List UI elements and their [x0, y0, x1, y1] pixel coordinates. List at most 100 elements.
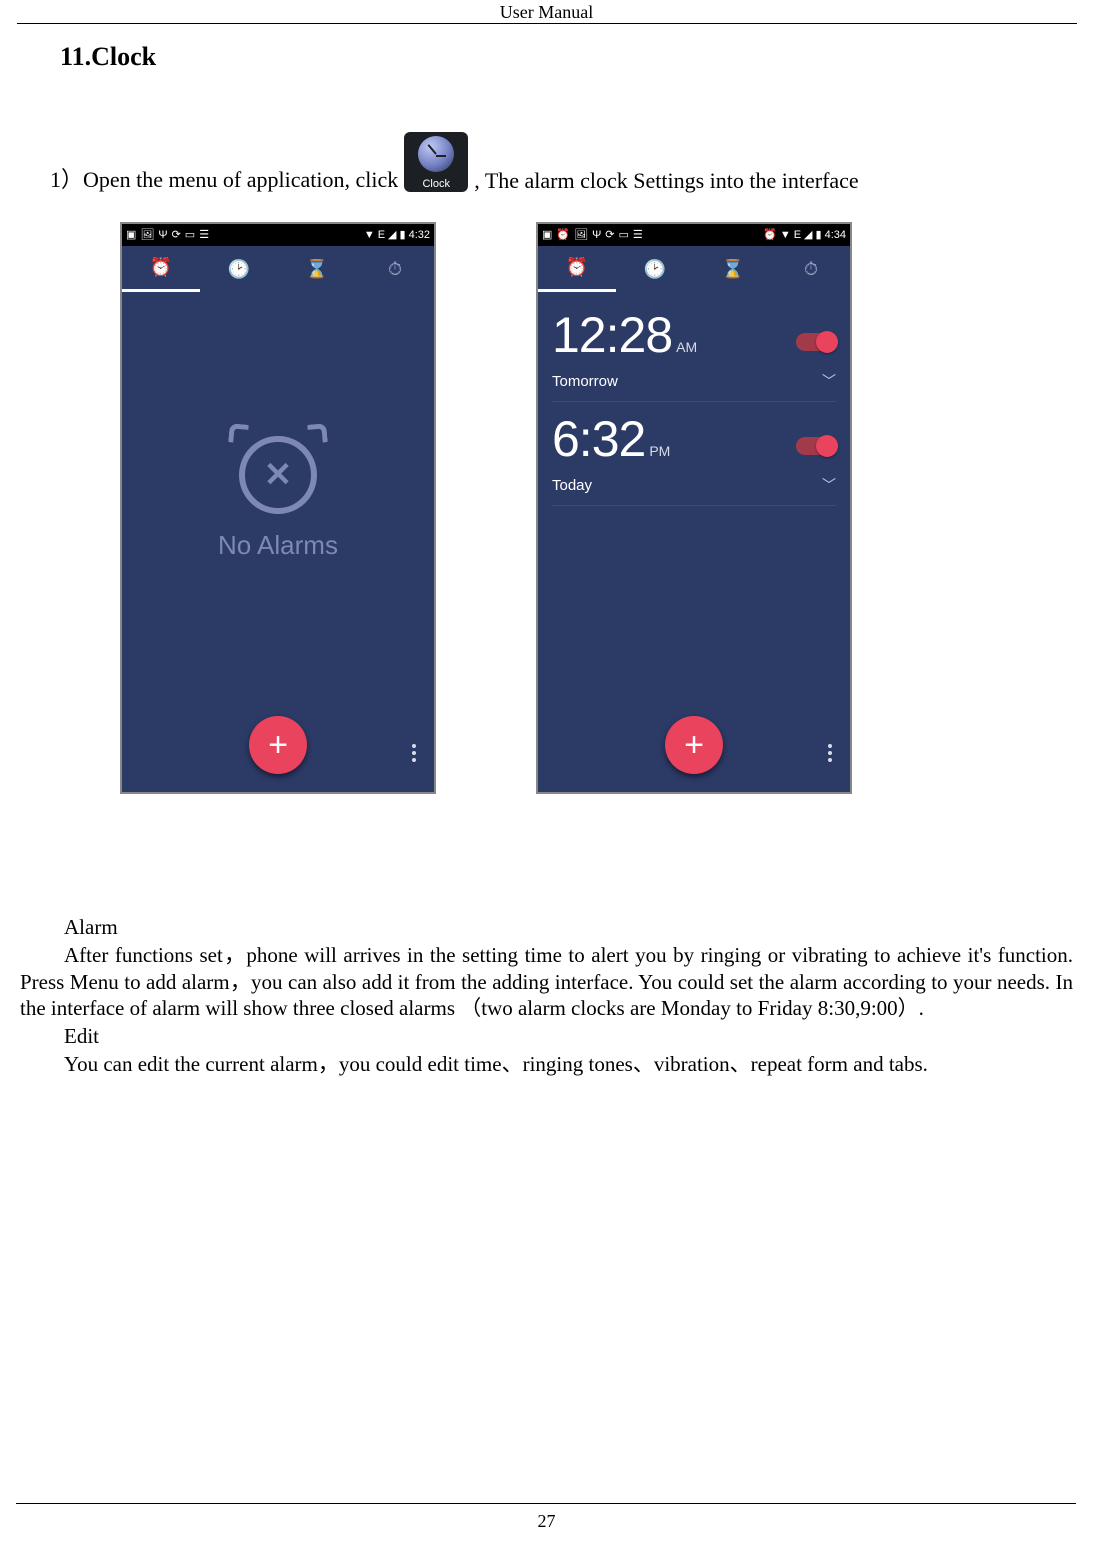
plus-icon: + [268, 726, 288, 765]
tab-stopwatch[interactable]: ⏱ [356, 246, 434, 292]
sync-icon: ⟳ [172, 230, 181, 241]
clock-icon: 🕑 [228, 259, 250, 280]
phone-body: 12:28 AM Tomorrow ﹀ 6:32 PM [538, 292, 850, 792]
alarm-ampm: AM [676, 339, 697, 355]
tab-alarm[interactable]: ⏰ [122, 246, 200, 292]
phone-screenshot-no-alarms: ▣ 🖼 Ψ ⟳ ▭ ☰ ▼ E ◢ ▮ 4:32 ⏰ 🕑 ⌛ [120, 222, 436, 794]
screenshot-icon: ▣ [542, 230, 552, 241]
clock-hand-icon [436, 155, 446, 157]
bell-ear-icon [228, 423, 249, 444]
battery-icon: ▮ [400, 230, 406, 241]
manual-page: User Manual 11.Clock 1）Open the menu of … [0, 0, 1093, 1554]
heading-alarm: Alarm [20, 914, 1073, 940]
alarm-time-row: 12:28 AM [552, 306, 836, 365]
alarm-small-icon: ⏰ [763, 230, 777, 241]
status-bar: ▣ ⏰ 🖼 Ψ ⟳ ▭ ☰ ⏰ ▼ E ◢ ▮ 4:34 [538, 224, 850, 246]
no-alarms-text: No Alarms [218, 530, 338, 561]
alarm-day-label: Tomorrow [552, 373, 618, 390]
heading-edit: Edit [20, 1023, 1073, 1049]
status-right: ▼ E ◢ ▮ 4:32 [364, 229, 430, 241]
wifi-icon: ▼ [780, 230, 791, 241]
body-text: Alarm After functions set，phone will arr… [20, 914, 1073, 1078]
signal-icon: ◢ [804, 230, 812, 241]
dot-icon [828, 758, 832, 762]
debug-icon: ☰ [199, 230, 209, 241]
usb-icon: Ψ [592, 230, 601, 241]
section-title: 11.Clock [60, 42, 1083, 72]
clock-icon-label: Clock [422, 178, 450, 190]
stopwatch-icon: ⏱ [804, 259, 818, 280]
footer-line [16, 1503, 1076, 1504]
clock-app-icon: Clock [404, 132, 468, 192]
clock-tabs: ⏰ 🕑 ⌛ ⏱ [538, 246, 850, 292]
alarm-small-icon: ⏰ [556, 230, 570, 241]
hourglass-icon: ⌛ [306, 259, 328, 280]
alarm-day-row[interactable]: Tomorrow ﹀ [552, 365, 836, 402]
network-type: E [794, 230, 801, 241]
clock-icon: 🕑 [644, 259, 666, 280]
alarm-ampm: PM [649, 443, 670, 459]
alarm-time-row: 6:32 PM [552, 410, 836, 469]
page-number: 27 [0, 1511, 1093, 1532]
alarm-toggle[interactable] [796, 437, 836, 455]
msg-icon: ▭ [619, 230, 629, 241]
status-left: ▣ 🖼 Ψ ⟳ ▭ ☰ [126, 230, 209, 241]
toggle-knob-icon [816, 331, 838, 353]
alarm-day-row[interactable]: Today ﹀ [552, 469, 836, 506]
x-icon: ✕ [264, 455, 293, 495]
alarm-icon: ⏰ [566, 257, 588, 278]
wifi-icon: ▼ [364, 230, 375, 241]
screenshots-row: ▣ 🖼 Ψ ⟳ ▭ ☰ ▼ E ◢ ▮ 4:32 ⏰ 🕑 ⌛ [120, 222, 1083, 794]
debug-icon: ☰ [633, 230, 643, 241]
add-alarm-button[interactable]: + [665, 716, 723, 774]
intro-post-text: , The alarm clock Settings into the inte… [474, 168, 858, 194]
dot-icon [412, 751, 416, 755]
add-alarm-button[interactable]: + [249, 716, 307, 774]
chevron-down-icon: ﹀ [822, 475, 836, 495]
alarm-item[interactable]: 12:28 AM Tomorrow ﹀ [538, 298, 850, 402]
dot-icon [412, 758, 416, 762]
alarm-time: 12:28 AM [552, 306, 697, 365]
plus-icon: + [684, 726, 704, 765]
clock-tabs: ⏰ 🕑 ⌛ ⏱ [122, 246, 434, 292]
overflow-menu-button[interactable] [828, 744, 832, 762]
alarm-icon: ⏰ [150, 257, 172, 278]
toggle-knob-icon [816, 435, 838, 457]
status-left: ▣ ⏰ 🖼 Ψ ⟳ ▭ ☰ [542, 230, 643, 241]
battery-icon: 🖼 [574, 230, 588, 241]
status-bar: ▣ 🖼 Ψ ⟳ ▭ ☰ ▼ E ◢ ▮ 4:32 [122, 224, 434, 246]
bell-body-icon: ✕ [239, 436, 317, 514]
stopwatch-icon: ⏱ [388, 259, 402, 280]
alarm-item[interactable]: 6:32 PM Today ﹀ [538, 402, 850, 506]
alarm-toggle[interactable] [796, 333, 836, 351]
battery-icon: 🖼 [140, 230, 154, 241]
alarm-time-value: 12:28 [552, 306, 672, 364]
tab-clock[interactable]: 🕑 [616, 246, 694, 292]
network-type: E [378, 230, 385, 241]
sync-icon: ⟳ [605, 230, 614, 241]
dot-icon [412, 744, 416, 748]
overflow-menu-button[interactable] [412, 744, 416, 762]
usb-icon: Ψ [158, 230, 167, 241]
alarm-time-value: 6:32 [552, 410, 645, 468]
page-header-title: User Manual [17, 0, 1077, 24]
paragraph-edit: You can edit the current alarm，you could… [20, 1051, 1073, 1077]
intro-pre-text: 1）Open the menu of application, click [50, 162, 398, 194]
chevron-down-icon: ﹀ [822, 371, 836, 391]
tab-timer[interactable]: ⌛ [694, 246, 772, 292]
status-time: 4:34 [825, 229, 846, 241]
clock-sphere-icon [418, 136, 454, 172]
tab-alarm[interactable]: ⏰ [538, 246, 616, 292]
dot-icon [828, 744, 832, 748]
tab-clock[interactable]: 🕑 [200, 246, 278, 292]
alarm-day-label: Today [552, 477, 592, 494]
intro-line: 1）Open the menu of application, click Cl… [50, 132, 1083, 194]
tab-timer[interactable]: ⌛ [278, 246, 356, 292]
battery-icon: ▮ [816, 230, 822, 241]
hourglass-icon: ⌛ [722, 259, 744, 280]
tab-stopwatch[interactable]: ⏱ [772, 246, 850, 292]
bell-ear-icon [307, 423, 328, 444]
phone-screenshot-alarm-list: ▣ ⏰ 🖼 Ψ ⟳ ▭ ☰ ⏰ ▼ E ◢ ▮ 4:34 ⏰ [536, 222, 852, 794]
paragraph-alarm: After functions set，phone will arrives i… [20, 942, 1073, 1021]
no-alarms-icon: ✕ [231, 422, 325, 516]
